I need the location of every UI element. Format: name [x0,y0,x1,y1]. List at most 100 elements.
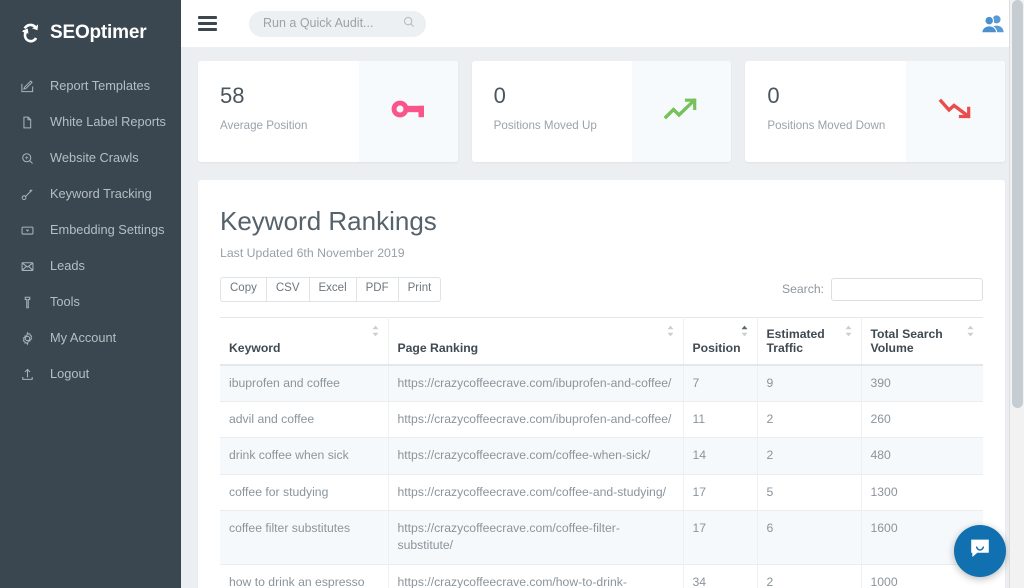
stat-value: 58 [220,85,359,107]
sidebar-item-report-templates[interactable]: Report Templates [0,68,181,104]
quick-audit-search[interactable]: Run a Quick Audit... [249,11,426,37]
sidebar-item-leads[interactable]: Leads [0,248,181,284]
column-header-position[interactable]: Position [683,317,757,365]
table-row[interactable]: ibuprofen and coffee https://crazycoffee… [220,365,983,402]
upload-logout-icon [19,366,36,383]
sort-icon[interactable] [666,325,675,337]
column-header-total-search-volume[interactable]: Total Search Volume [861,317,983,365]
users-icon[interactable] [980,13,1006,35]
column-header-page-ranking[interactable]: Page Ranking [388,317,683,365]
cell-position: 14 [683,438,757,474]
trend-down-icon [937,95,975,128]
cell-estimated-traffic: 6 [757,511,861,565]
sidebar-item-label: Report Templates [50,80,150,93]
sidebar-item-label: Leads [50,260,85,273]
table-head: Keyword Page Ranking [220,317,983,365]
trend-up-icon [663,95,701,128]
gear-refresh-icon [18,20,43,45]
csv-button[interactable]: CSV [266,277,309,302]
table-row[interactable]: coffee filter substitutes https://crazyc… [220,511,983,565]
gear-icon [19,330,36,347]
cell-estimated-traffic: 2 [757,564,861,588]
stat-value: 0 [494,85,633,107]
brand-logo[interactable]: SEOptimer [0,0,181,52]
print-button[interactable]: Print [398,277,442,302]
stat-icon-panel [632,61,731,162]
table-row[interactable]: drink coffee when sick https://crazycoff… [220,438,983,474]
stat-card-body: 0 Positions Moved Down [745,61,906,162]
stat-cards: 58 Average Position [198,61,1005,162]
stat-icon-panel [906,61,1005,162]
cell-position: 34 [683,564,757,588]
stat-value: 0 [767,85,906,107]
magic-wand-icon [19,186,36,203]
cell-keyword: coffee filter substitutes [220,511,388,565]
cell-keyword: advil and coffee [220,402,388,438]
chat-bubble-icon [967,536,993,567]
cell-page-ranking: https://crazycoffeecrave.com/ibuprofen-a… [388,402,683,438]
sidebar-item-tools[interactable]: Tools [0,284,181,320]
chat-launcher-button[interactable] [954,525,1006,577]
column-header-estimated-traffic[interactable]: Estimated Traffic [757,317,861,365]
search-label: Search: [782,283,824,295]
column-label: Position [693,341,741,355]
stat-card-positions-moved-up: 0 Positions Moved Up [472,61,732,162]
topbar: Run a Quick Audit... [181,0,1024,47]
excel-button[interactable]: Excel [309,277,356,302]
magnifier-icon [19,150,36,167]
cell-page-ranking: https://crazycoffeecrave.com/coffee-filt… [388,511,683,565]
column-label: Total Search Volume [871,327,943,355]
cell-total-search-volume: 1300 [861,474,983,510]
sidebar-item-keyword-tracking[interactable]: Keyword Tracking [0,176,181,212]
sidebar-item-my-account[interactable]: My Account [0,320,181,356]
sort-icon[interactable] [966,325,975,337]
sidebar-item-white-label-reports[interactable]: White Label Reports [0,104,181,140]
wrench-icon [19,294,36,311]
pdf-button[interactable]: PDF [356,277,398,302]
cell-page-ranking: https://crazycoffeecrave.com/coffee-when… [388,438,683,474]
cell-page-ranking: https://crazycoffeecrave.com/how-to-drin… [388,564,683,588]
column-label: Keyword [229,341,280,355]
table-row[interactable]: advil and coffee https://crazycoffeecrav… [220,402,983,438]
cell-page-ranking: https://crazycoffeecrave.com/coffee-and-… [388,474,683,510]
cell-estimated-traffic: 5 [757,474,861,510]
key-icon [389,96,427,127]
sort-icon[interactable] [371,325,380,337]
envelope-icon [19,258,36,275]
copy-button[interactable]: Copy [220,277,266,302]
brand-name: SEOptimer [50,23,146,42]
table-row[interactable]: how to drink an espresso https://crazyco… [220,564,983,588]
sidebar-item-logout[interactable]: Logout [0,356,181,392]
stat-card-positions-moved-down: 0 Positions Moved Down [745,61,1005,162]
sidebar-item-website-crawls[interactable]: Website Crawls [0,140,181,176]
table-header-row: Keyword Page Ranking [220,317,983,365]
sidebar-nav: Report Templates White Label Reports [0,68,181,392]
hamburger-icon[interactable] [198,16,217,31]
sidebar-item-label: Logout [50,368,89,381]
cell-keyword: how to drink an espresso [220,564,388,588]
search-icon[interactable] [403,15,415,33]
stat-card-body: 0 Positions Moved Up [472,61,633,162]
page-title: Keyword Rankings [220,208,983,234]
sidebar-item-label: Website Crawls [50,152,139,165]
stat-label: Positions Moved Up [494,120,633,132]
cell-position: 17 [683,474,757,510]
cell-position: 7 [683,365,757,402]
cell-position: 17 [683,511,757,565]
sort-icon[interactable] [844,325,853,337]
sidebar-item-label: My Account [50,332,116,345]
stat-label: Positions Moved Down [767,120,906,132]
cell-keyword: coffee for studying [220,474,388,510]
scrollbar-thumb[interactable] [1012,0,1023,408]
sidebar-item-embedding-settings[interactable]: Embedding Settings [0,212,181,248]
sidebar-item-label: Tools [50,296,80,309]
column-label: Estimated Traffic [767,327,825,355]
search-input[interactable] [831,278,983,301]
table-row[interactable]: coffee for studying https://crazycoffeec… [220,474,983,510]
sidebar-item-label: White Label Reports [50,116,166,129]
sort-icon-active[interactable] [740,325,749,337]
page-scrollbar[interactable] [1009,0,1024,588]
column-header-keyword[interactable]: Keyword [220,317,388,365]
documents-icon [19,114,36,131]
cell-keyword: drink coffee when sick [220,438,388,474]
